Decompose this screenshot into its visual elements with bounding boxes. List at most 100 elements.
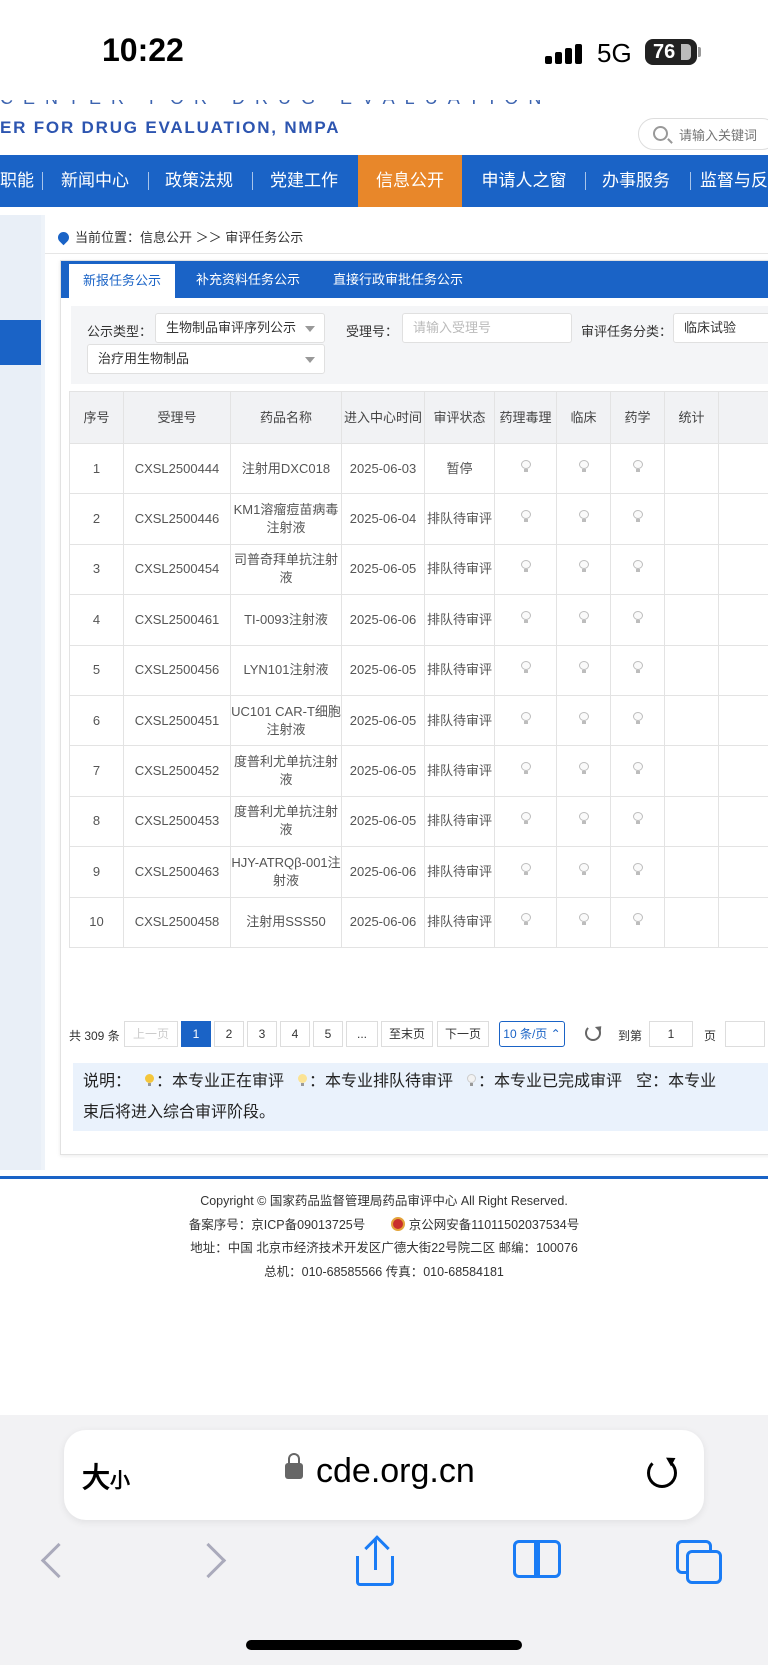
accept-number: CXSL2500446	[123, 493, 231, 545]
back-icon[interactable]	[38, 1540, 66, 1584]
review-status: 排队待审评	[424, 493, 495, 545]
bulb-cell	[556, 896, 611, 948]
search-input[interactable]	[679, 124, 768, 146]
chevron-down-icon	[305, 357, 315, 363]
nav-item-functions[interactable]: 职能	[0, 155, 34, 207]
subcategory-select[interactable]: 治疗用生物制品	[87, 344, 325, 374]
breadcrumb-text: 当前位置：信息公开 ＞＞ 审评任务公示	[75, 230, 304, 245]
pharm-tox-bulb-icon	[520, 762, 531, 775]
nav-item-applicant[interactable]: 申请人之窗	[472, 155, 576, 207]
last-page-button[interactable]: 至末页	[381, 1021, 433, 1047]
page-unit-label: 页	[704, 1029, 717, 1043]
page-button-4[interactable]: 4	[280, 1021, 310, 1047]
accept-number: CXSL2500453	[123, 795, 231, 848]
statistics-cell	[664, 745, 719, 797]
site-footer: Copyright © 国家药品监督管理局药品审评中心 All Right Re…	[0, 1190, 768, 1284]
forward-icon[interactable]	[200, 1540, 228, 1584]
extra-cell	[718, 493, 768, 545]
accept-number-input[interactable]: 请输入受理号	[402, 313, 572, 343]
bulb-cell	[494, 795, 557, 848]
bulb-cell	[610, 745, 665, 797]
accept-number: CXSL2500458	[123, 896, 231, 948]
nav-divider	[148, 172, 149, 190]
total-count: 共 309 条	[69, 1029, 120, 1043]
page-button-2[interactable]: 2	[214, 1021, 244, 1047]
page-button-5[interactable]: 5	[313, 1021, 343, 1047]
entry-date: 2025-06-06	[341, 594, 425, 646]
pharmacy-bulb-icon	[632, 459, 643, 473]
entry-date: 2025-06-04	[341, 493, 425, 545]
clinical-bulb-icon	[578, 459, 589, 473]
tabs-icon[interactable]	[676, 1540, 726, 1586]
page-button-1[interactable]: 1	[181, 1021, 211, 1047]
extra-cell	[718, 594, 768, 646]
entry-date: 2025-06-06	[341, 896, 425, 948]
review-status: 排队待审评	[424, 795, 495, 848]
url-text[interactable]: cde.org.cn	[316, 1452, 475, 1491]
page-size-select[interactable]: 10 条/页 ⌃	[499, 1021, 565, 1047]
accept-number: CXSL2500452	[123, 745, 231, 797]
goto-page-input[interactable]: 1	[649, 1021, 693, 1047]
nav-item-news[interactable]: 新闻中心	[52, 155, 138, 207]
statistics-cell	[664, 493, 719, 545]
filter-bar: 公示类型： 生物制品审评序列公示 受理号： 请输入受理号 审评任务分类： 临床试…	[71, 306, 768, 384]
statistics-cell	[664, 644, 719, 696]
tab-new-tasks[interactable]: 新报任务公示	[69, 264, 175, 298]
col-header-drug-name: 药品名称	[230, 391, 342, 444]
extra-cell	[718, 694, 768, 747]
next-page-button[interactable]: 下一页	[437, 1021, 489, 1047]
table-row: 1 CXSL2500444 注射用DXC018 2025-06-03 暂停	[69, 442, 768, 495]
refresh-icon[interactable]	[585, 1025, 601, 1041]
icp-link[interactable]: 备案序号：京ICP备09013725号	[189, 1218, 365, 1232]
prev-page-button[interactable]: 上一页	[124, 1021, 178, 1047]
signal-icon	[545, 42, 585, 64]
search-icon[interactable]	[653, 126, 668, 141]
nav-item-info-public[interactable]: 信息公开	[358, 155, 462, 207]
statistics-cell	[664, 594, 719, 646]
site-subtitle: ER FOR DRUG EVALUATION, NMPA	[0, 118, 341, 137]
tab-supplement-tasks[interactable]: 补充资料任务公示	[183, 261, 313, 298]
type-select[interactable]: 生物制品审评序列公示	[155, 313, 325, 343]
police-badge-icon	[390, 1216, 405, 1231]
bulb-cell	[494, 493, 557, 545]
entry-date: 2025-06-06	[341, 846, 425, 898]
goto-button[interactable]	[725, 1021, 765, 1047]
nav-item-policy[interactable]: 政策法规	[156, 155, 242, 207]
accept-placeholder: 请输入受理号	[413, 320, 492, 335]
subcategory-select-value: 治疗用生物制品	[98, 351, 190, 366]
reload-icon[interactable]	[647, 1458, 677, 1488]
table-row: 2 CXSL2500446 KM1溶瘤痘苗病毒注射液 2025-06-04 排队待审评	[69, 493, 768, 545]
extra-cell	[718, 896, 768, 948]
table-row: 9 CXSL2500463 HJY-ATRQβ-001注射液 2025-06-06 排队…	[69, 846, 768, 898]
bulb-cell	[610, 795, 665, 848]
police-link[interactable]: 京公网安备11011502037534号	[409, 1218, 579, 1232]
review-status: 排队待审评	[424, 745, 495, 797]
nav-item-services[interactable]: 办事服务	[593, 155, 679, 207]
pharmacy-bulb-icon	[632, 610, 643, 624]
text-size-button[interactable]: 大小	[82, 1456, 130, 1496]
table-row: 4 CXSL2500461 TI-0093注射液 2025-06-06 排队待审评	[69, 594, 768, 646]
col-header-accept-no: 受理号	[123, 391, 231, 444]
review-status: 排队待审评	[424, 644, 495, 696]
nav-item-supervision[interactable]: 监督与反	[700, 155, 768, 207]
table-header-row: 序号 受理号 药品名称 进入中心时间 审评状态 药理毒理 临床 药学 统计	[69, 391, 768, 444]
category-select[interactable]: 临床试验	[673, 313, 768, 343]
row-no: 7	[69, 745, 124, 797]
clock: 10:22	[102, 32, 184, 68]
page-button-3[interactable]: 3	[247, 1021, 277, 1047]
category-select-value: 临床试验	[684, 320, 737, 335]
bookmarks-icon[interactable]	[513, 1540, 565, 1580]
bulb-cell	[556, 493, 611, 545]
nav-divider	[690, 172, 691, 190]
accept-number: CXSL2500451	[123, 694, 231, 747]
tab-direct-approval-tasks[interactable]: 直接行政审批任务公示	[323, 261, 473, 298]
search-box[interactable]	[638, 118, 768, 150]
col-header-no: 序号	[69, 391, 124, 444]
nav-item-party[interactable]: 党建工作	[261, 155, 347, 207]
address-bar[interactable]: 大小 cde.org.cn	[64, 1430, 704, 1520]
nav-divider	[42, 172, 43, 190]
extra-cell	[718, 543, 768, 596]
bulb-done-icon	[467, 1074, 477, 1087]
pagination: 共 309 条 上一页 1 2 3 4 5 ... 至末页 下一页 10 条/页…	[69, 1021, 768, 1049]
sidebar-active-item[interactable]	[0, 320, 41, 365]
